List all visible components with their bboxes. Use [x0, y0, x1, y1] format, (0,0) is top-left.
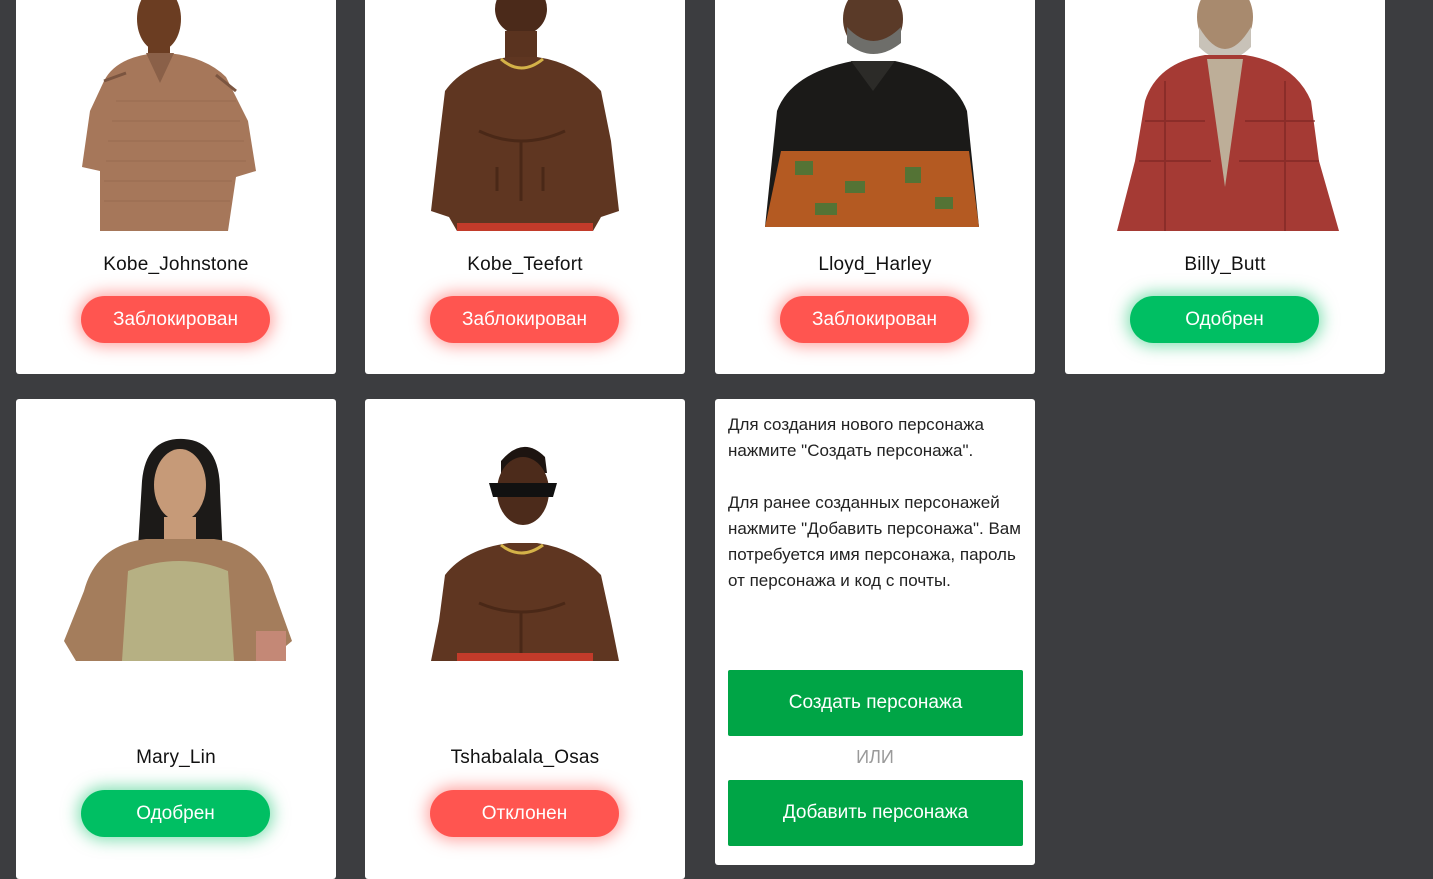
character-card[interactable]: Lloyd_Harley Заблокирован — [715, 0, 1035, 374]
character-name: Mary_Lin — [136, 747, 216, 768]
create-character-panel: Для создания нового персонажа нажмите "С… — [715, 399, 1035, 865]
status-badge: Заблокирован — [780, 296, 969, 343]
status-badge: Отклонен — [430, 790, 619, 837]
create-instructions: Для создания нового персонажа нажмите "С… — [728, 415, 984, 460]
character-name: Lloyd_Harley — [818, 254, 932, 275]
character-portrait — [755, 0, 995, 231]
character-portrait — [56, 421, 296, 661]
add-instructions: Для ранее созданных персонажей нажмите "… — [728, 493, 1021, 590]
character-card[interactable]: Kobe_Teefort Заблокирован — [365, 0, 685, 374]
character-card[interactable]: Billy_Butt Одобрен — [1065, 0, 1385, 374]
character-name: Kobe_Johnstone — [103, 254, 249, 275]
add-character-button[interactable]: Добавить персонажа — [728, 780, 1023, 846]
instructions-text: Для создания нового персонажа нажмите "С… — [728, 412, 1024, 620]
character-name: Kobe_Teefort — [467, 254, 583, 275]
character-card[interactable]: Tshabalala_Osas Отклонен — [365, 399, 685, 879]
character-name: Tshabalala_Osas — [450, 747, 600, 768]
character-portrait — [1105, 0, 1345, 231]
status-badge: Заблокирован — [430, 296, 619, 343]
status-badge: Одобрен — [1130, 296, 1319, 343]
character-name: Billy_Butt — [1184, 254, 1266, 275]
character-portrait — [405, 421, 645, 661]
character-portrait — [56, 0, 296, 231]
create-character-button[interactable]: Создать персонажа — [728, 670, 1023, 736]
character-card[interactable]: Kobe_Johnstone Заблокирован — [16, 0, 336, 374]
character-card[interactable]: Mary_Lin Одобрен — [16, 399, 336, 879]
status-badge: Заблокирован — [81, 296, 270, 343]
or-divider: ИЛИ — [856, 747, 894, 767]
character-portrait — [405, 0, 645, 231]
status-badge: Одобрен — [81, 790, 270, 837]
